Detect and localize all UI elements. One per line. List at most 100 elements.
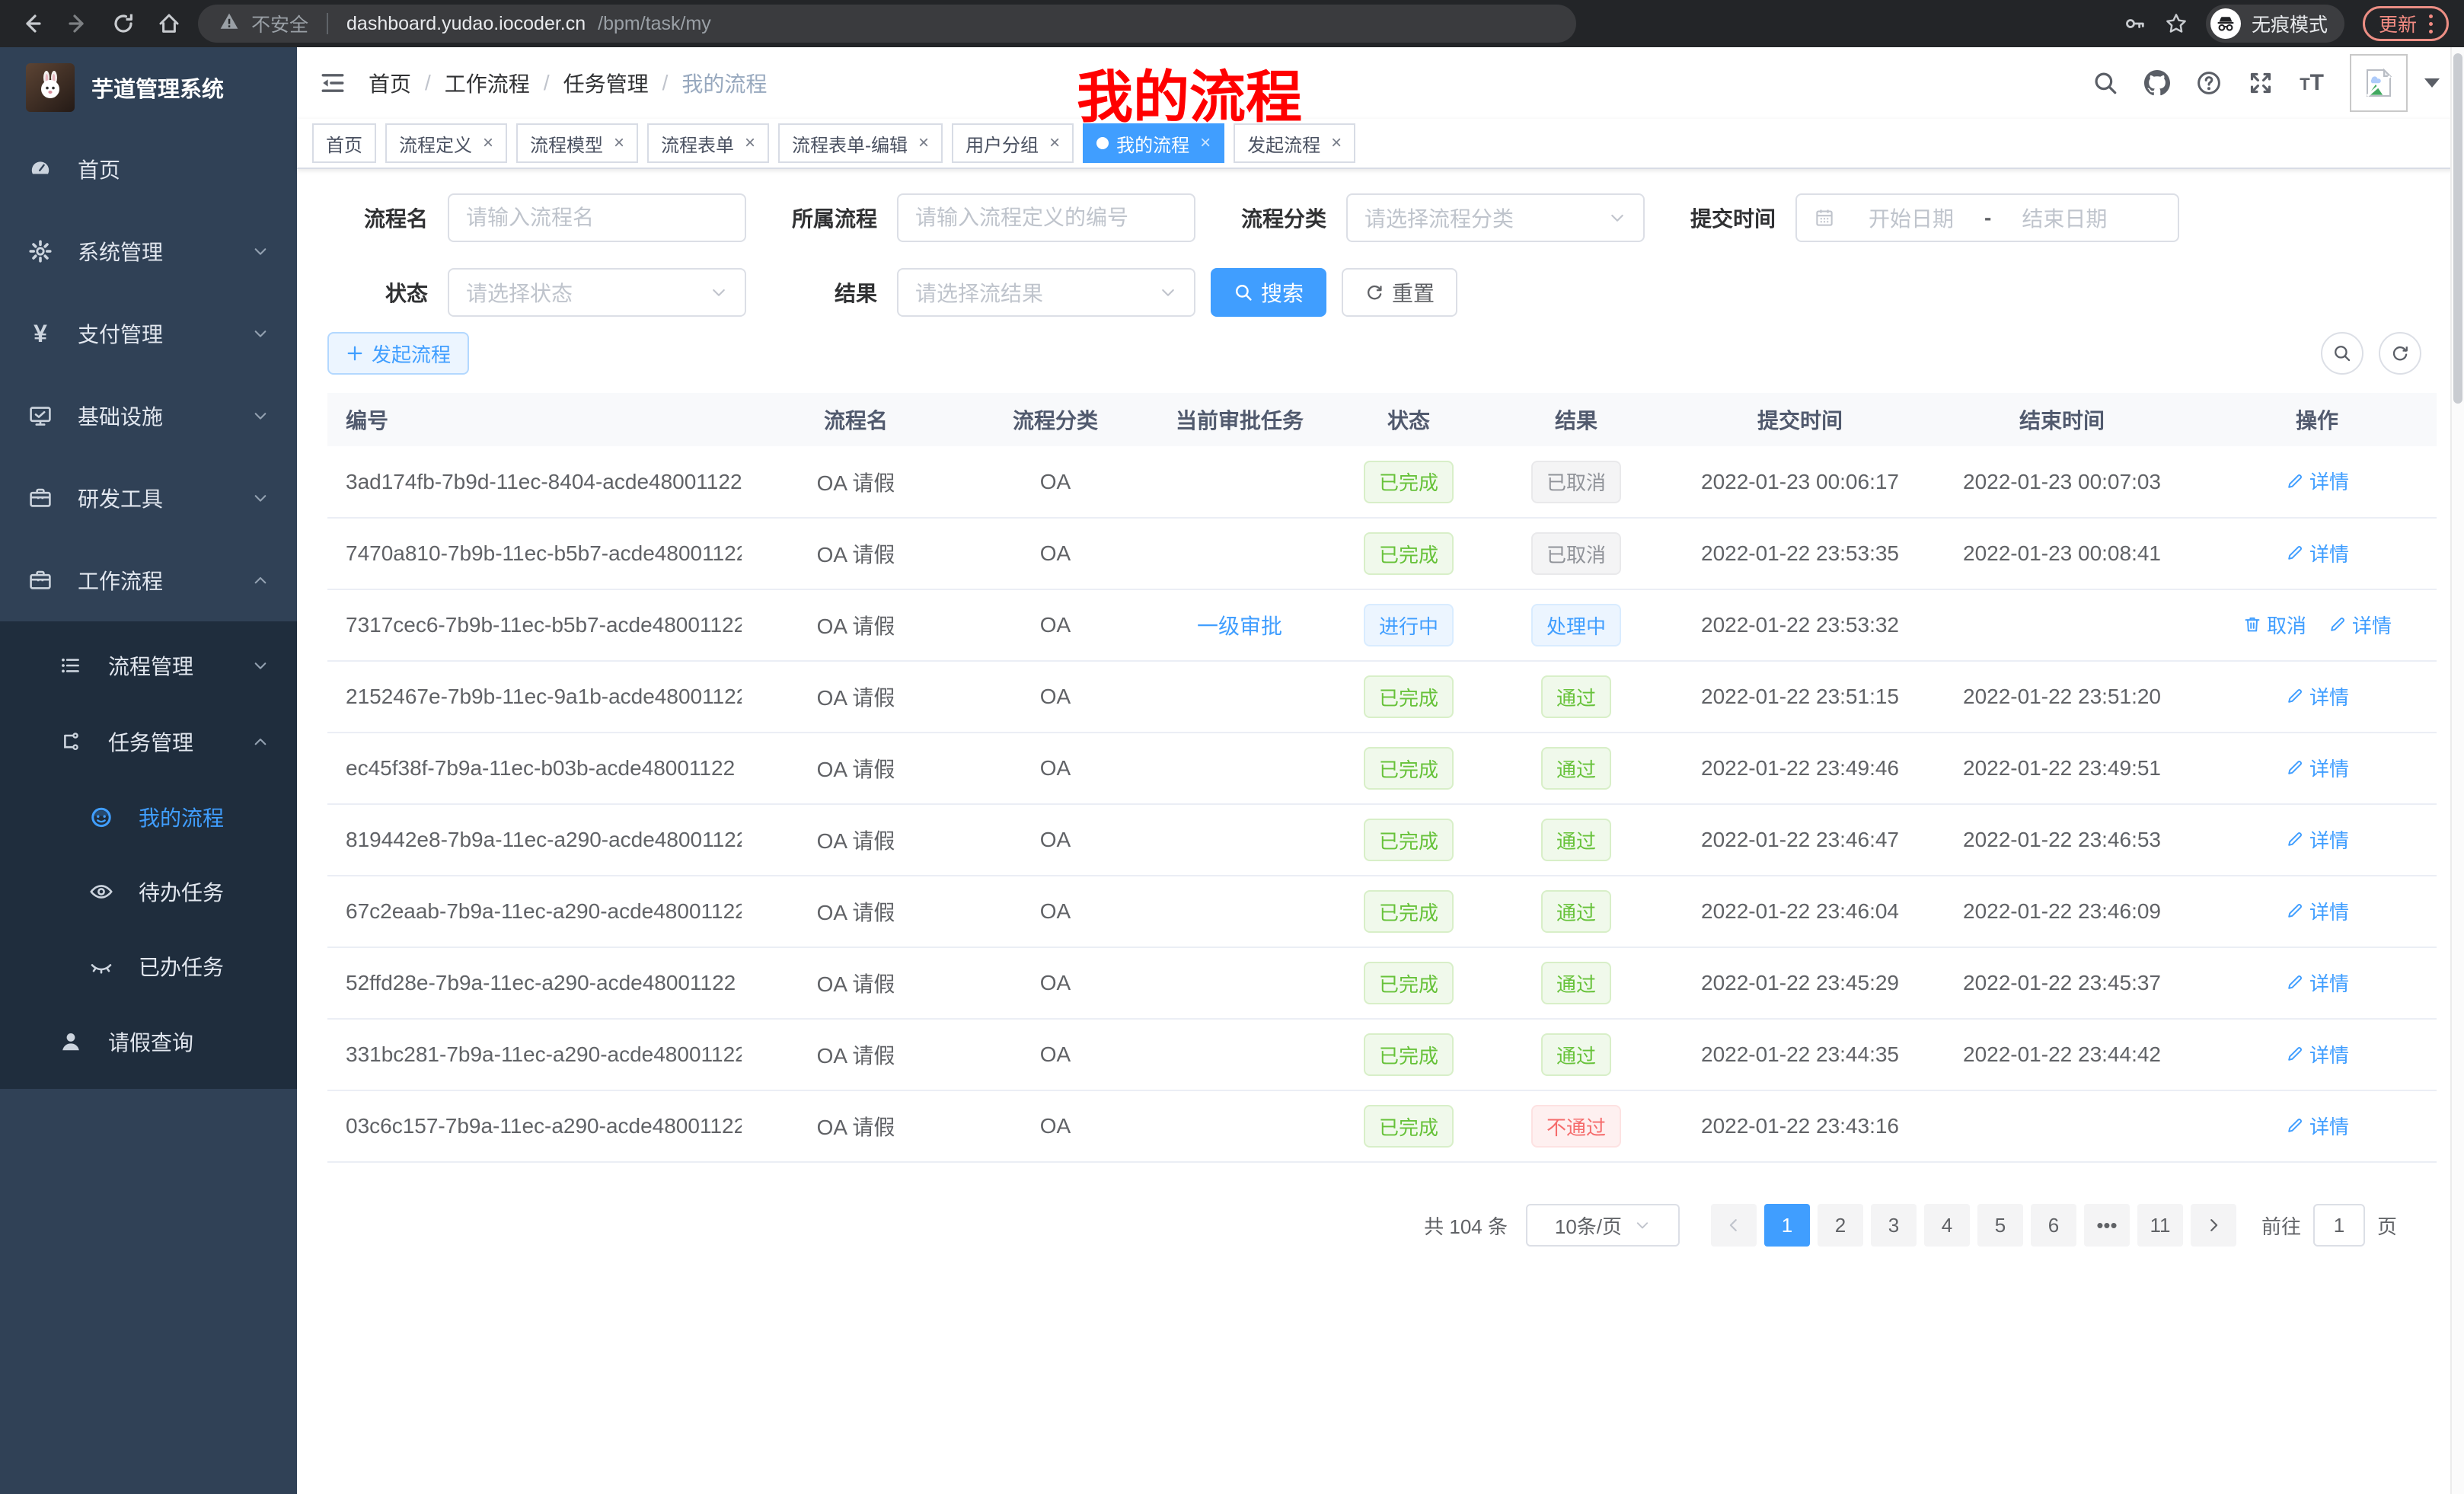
cell-submit-time: 2022-01-22 23:51:15 — [1674, 661, 1926, 733]
detail-button[interactable]: 详情 — [2328, 611, 2392, 639]
table-refresh-button[interactable] — [2379, 332, 2421, 375]
github-icon[interactable] — [2144, 70, 2170, 96]
scrollbar-thumb[interactable] — [2453, 53, 2462, 404]
close-icon[interactable]: × — [918, 132, 929, 154]
detail-button[interactable]: 详情 — [2285, 467, 2349, 495]
page-scrollbar[interactable] — [2450, 47, 2464, 1494]
pagination-page-button[interactable]: 5 — [1977, 1204, 2023, 1247]
sidebar-logo-row: 芋道管理系统 — [0, 47, 297, 128]
pagination-page-button[interactable]: 6 — [2031, 1204, 2076, 1247]
detail-button[interactable]: 详情 — [2285, 969, 2349, 997]
fullscreen-icon[interactable] — [2248, 70, 2274, 96]
pagination-page-button[interactable]: 4 — [1924, 1204, 1970, 1247]
current-task-link[interactable]: 一级审批 — [1197, 615, 1282, 638]
action-label: 详情 — [2309, 467, 2349, 495]
browser-back-button[interactable] — [15, 7, 49, 40]
detail-button[interactable]: 详情 — [2285, 1040, 2349, 1068]
status-badge: 处理中 — [1531, 604, 1621, 646]
table-search-toggle-button[interactable] — [2321, 332, 2363, 375]
detail-button[interactable]: 详情 — [2285, 1112, 2349, 1140]
sidebar-item-entry[interactable]: 请假查询 — [0, 1004, 297, 1080]
create-process-button[interactable]: 发起流程 — [327, 332, 469, 375]
page-size-select[interactable]: 10条/页 — [1526, 1204, 1680, 1247]
sidebar-item-entry[interactable]: 待办任务 — [0, 854, 297, 929]
avatar[interactable] — [2350, 54, 2408, 112]
pagination-page-button[interactable]: 1 — [1764, 1204, 1810, 1247]
cell-process-name: OA 请假 — [742, 446, 970, 518]
category-select[interactable]: 请选择流程分类 — [1346, 193, 1645, 242]
pagination-goto-input[interactable] — [2313, 1204, 2365, 1247]
sidebar-item-entry[interactable]: 任务管理 — [0, 704, 297, 780]
sidebar-item-entry[interactable]: 已办任务 — [0, 929, 297, 1004]
password-key-icon[interactable] — [2124, 12, 2146, 35]
cell-current-task — [1141, 446, 1339, 518]
reset-button[interactable]: 重置 — [1342, 268, 1457, 317]
detail-button[interactable]: 详情 — [2285, 825, 2349, 854]
tab-item[interactable]: 流程表单× — [647, 123, 769, 163]
detail-button[interactable]: 详情 — [2285, 539, 2349, 567]
pagination-page-button[interactable]: 11 — [2137, 1204, 2183, 1247]
submit-time-range-picker[interactable]: 开始日期 - 结束日期 — [1795, 193, 2179, 242]
filter-status-label: 状态 — [355, 277, 428, 308]
cell-actions: 详情 — [2197, 1090, 2437, 1162]
sidebar-item-entry[interactable]: 流程管理 — [0, 627, 297, 704]
header-search-icon[interactable] — [2092, 70, 2118, 96]
tab-item[interactable]: 流程模型× — [516, 123, 638, 163]
sidebar-item-entry[interactable]: 首页 — [0, 128, 297, 210]
cancel-button[interactable]: 取消 — [2242, 611, 2306, 639]
result-select[interactable]: 请选择流结果 — [897, 268, 1195, 317]
action-label: 详情 — [2309, 825, 2349, 854]
close-icon[interactable]: × — [1331, 132, 1342, 154]
sidebar-item-entry[interactable]: 系统管理 — [0, 210, 297, 292]
browser-reload-button[interactable] — [107, 7, 140, 40]
table-toolbar: 发起流程 — [327, 332, 2443, 375]
filter-row-2: 状态 请选择状态 结果 请选择流结果 — [327, 268, 2443, 317]
tab-item[interactable]: 用户分组× — [952, 123, 1074, 163]
font-size-icon[interactable]: TT — [2300, 70, 2324, 96]
detail-button[interactable]: 详情 — [2285, 682, 2349, 710]
sidebar-item-entry[interactable]: 研发工具 — [0, 457, 297, 539]
pagination-page-button[interactable]: 3 — [1871, 1204, 1917, 1247]
topbar: 首页/工作流程/任务管理/我的流程 TT — [297, 47, 2464, 119]
close-icon[interactable]: × — [614, 132, 624, 154]
sidebar-item-entry[interactable]: 工作流程 — [0, 539, 297, 621]
browser-menu-icon[interactable] — [2429, 14, 2433, 34]
cell-category: OA — [970, 1090, 1141, 1162]
process-definition-input[interactable] — [897, 193, 1195, 242]
process-name-input[interactable] — [448, 193, 746, 242]
breadcrumb-item[interactable]: 首页 — [369, 68, 411, 98]
close-icon[interactable]: × — [1200, 132, 1211, 154]
status-badge: 进行中 — [1364, 604, 1454, 646]
detail-button[interactable]: 详情 — [2285, 897, 2349, 925]
status-badge: 已完成 — [1364, 532, 1454, 575]
url-bar[interactable]: 不安全 dashboard.yudao.iocoder.cn/bpm/task/… — [198, 5, 1576, 43]
sidebar-item-entry[interactable]: ¥支付管理 — [0, 292, 297, 375]
detail-button[interactable]: 详情 — [2285, 754, 2349, 782]
sidebar-collapse-icon[interactable] — [320, 70, 346, 96]
column-header: 提交时间 — [1674, 393, 1926, 446]
avatar-caret-icon[interactable] — [2424, 78, 2440, 88]
pagination-prev-button[interactable] — [1711, 1204, 1757, 1247]
bookmark-star-icon[interactable] — [2165, 12, 2188, 35]
close-icon[interactable]: × — [483, 132, 493, 154]
browser-update-button[interactable]: 更新 — [2363, 6, 2449, 41]
breadcrumb-item[interactable]: 工作流程 — [445, 68, 530, 98]
help-icon[interactable] — [2196, 70, 2222, 96]
close-icon[interactable]: × — [745, 132, 755, 154]
close-icon[interactable]: × — [1049, 132, 1060, 154]
pagination-next-button[interactable] — [2191, 1204, 2236, 1247]
pagination-page-button[interactable]: 2 — [1818, 1204, 1863, 1247]
status-select[interactable]: 请选择状态 — [448, 268, 746, 317]
breadcrumb-item[interactable]: 任务管理 — [563, 68, 649, 98]
search-button[interactable]: 搜索 — [1211, 268, 1326, 317]
tab-item[interactable]: 流程表单-编辑× — [778, 123, 943, 163]
tab-item[interactable]: 首页 — [312, 123, 376, 163]
tab-item[interactable]: 流程定义× — [385, 123, 507, 163]
sidebar-item-active[interactable]: 我的流程 — [0, 780, 297, 854]
browser-home-button[interactable] — [152, 7, 186, 40]
tab-label: 首页 — [326, 130, 362, 157]
browser-forward-button[interactable] — [61, 7, 94, 40]
face-icon — [88, 804, 114, 830]
sidebar-item-entry[interactable]: 基础设施 — [0, 375, 297, 457]
action-label: 详情 — [2309, 1040, 2349, 1068]
